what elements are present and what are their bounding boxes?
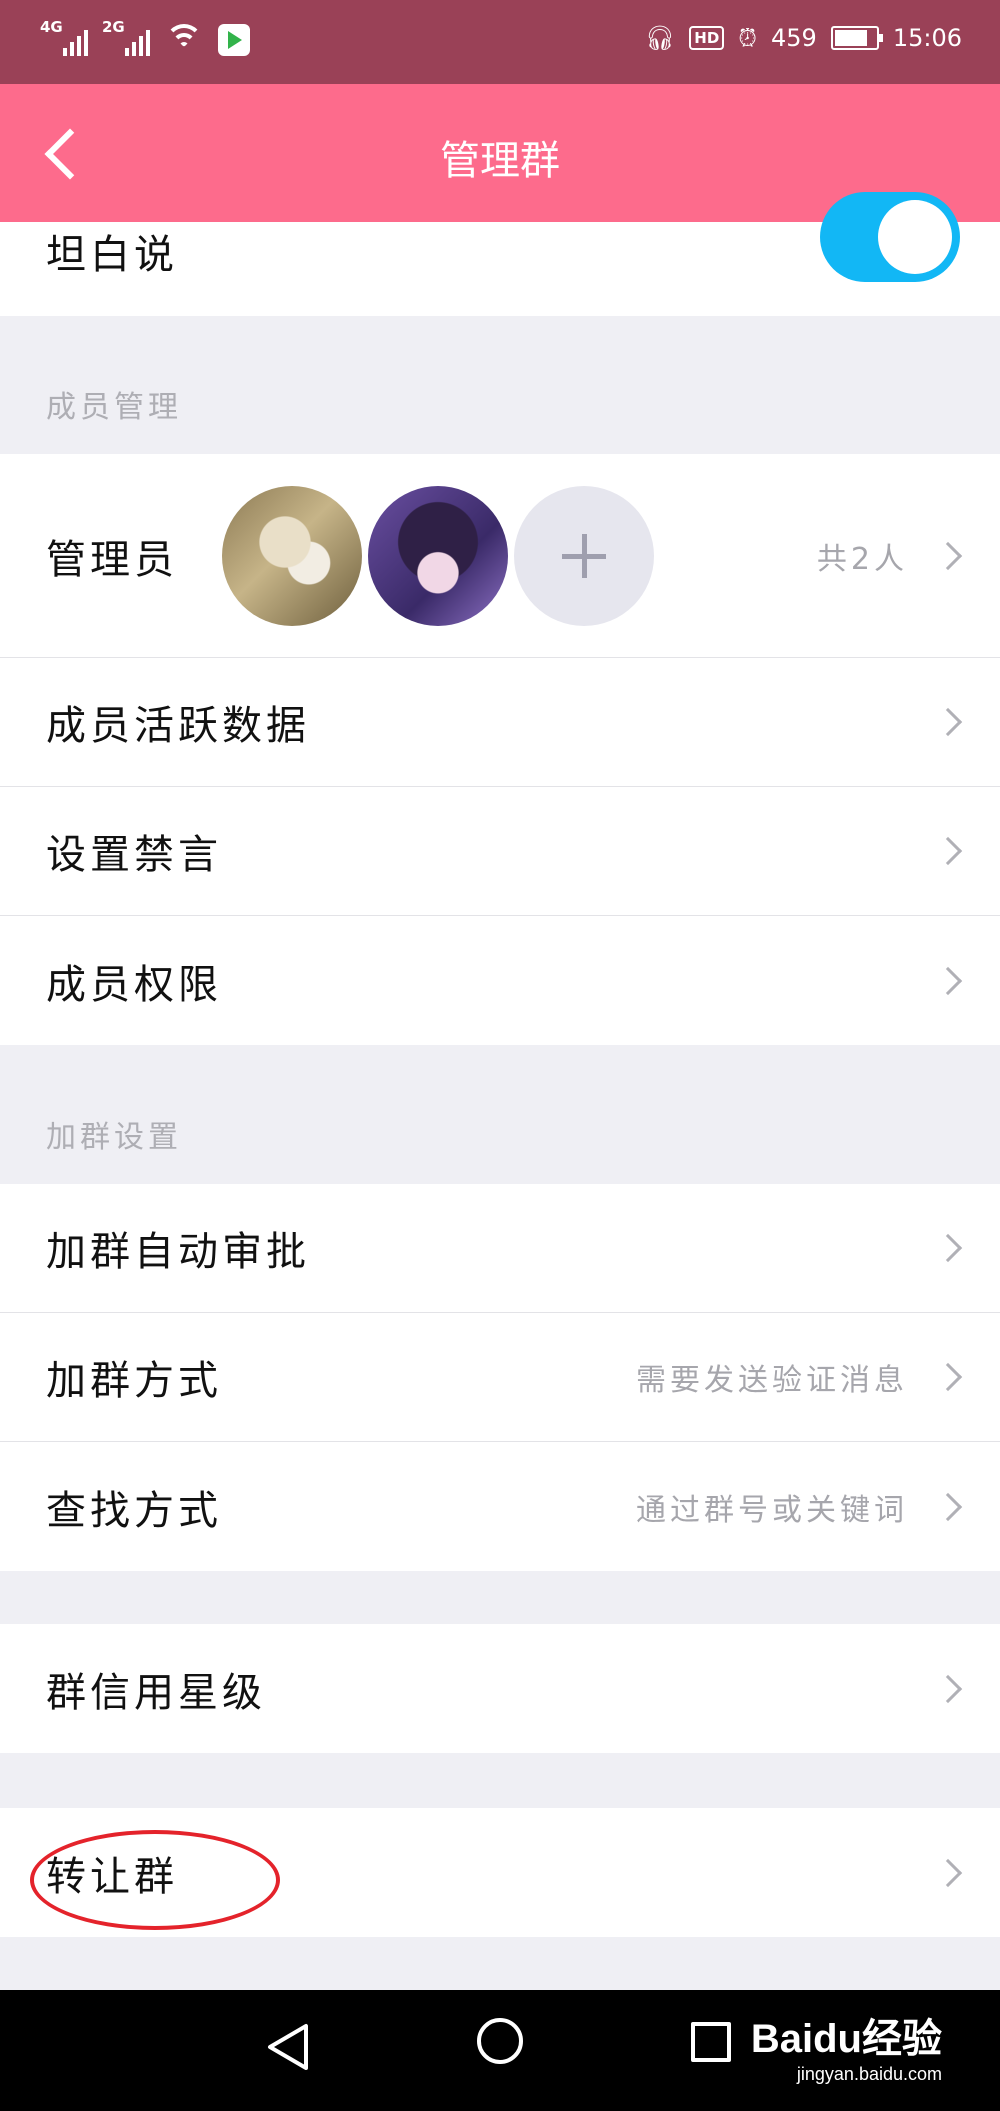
status-right: 🎧︎ HD ⏰︎ 459 15:06 [645,24,962,52]
list-item-credit-rating[interactable]: 群信用星级 [0,1624,1000,1753]
chevron-right-icon [933,541,963,570]
section-member-mgmt: 管理员 共2人 成员活跃数据 设置禁言 成员权限 [0,454,1000,1045]
nav-back-icon[interactable] [262,2020,316,2074]
watermark-brand: Baidu经验 [750,2017,942,2061]
network-type-1: 4G [40,18,63,36]
battery-icon [830,26,883,50]
section-header-member-mgmt: 成员管理 [46,390,182,425]
list-item-search-method[interactable]: 查找方式 通过群号或关键词 [0,1442,1000,1571]
chevron-right-icon [933,966,963,995]
signal-1-icon: 4G [40,18,88,56]
chevron-right-icon [933,1492,963,1521]
watermark: Baidu经验 jingyan.baidu.com [751,2006,942,2085]
page-title: 管理群 [440,138,560,184]
row-label: 加群自动审批 [46,1229,310,1275]
admin-avatar-2[interactable] [368,486,508,626]
row-label: 加群方式 [46,1358,222,1404]
chevron-right-icon [933,836,963,866]
nav-recent-icon[interactable] [691,2022,731,2062]
row-value: 需要发送验证消息 [636,1363,908,1398]
row-label: 群信用星级 [46,1669,266,1716]
admins-label: 管理员 [46,536,178,583]
chevron-right-icon [933,1858,963,1887]
signal-2-icon: 2G [102,18,150,56]
section-privacy: 坦白说 [0,192,1000,316]
status-bar: 4G 2G 🎧︎ HD ⏰︎ 459 15:06 [0,0,1000,84]
admins-count: 共2人 [816,541,908,577]
list-item-member-permissions[interactable]: 成员权限 [0,916,1000,1045]
row-label: 查找方式 [46,1487,222,1534]
status-left: 4G 2G [40,18,250,56]
wifi-icon [164,22,204,56]
list-item-mute-settings[interactable]: 设置禁言 [0,787,1000,916]
watermark-url: jingyan.baidu.com [796,2064,942,2084]
nav-home-icon[interactable] [477,2018,523,2064]
alarm-icon: ⏰︎ [738,24,758,52]
chevron-right-icon [933,1233,963,1263]
hd-icon: HD [689,26,725,50]
chevron-right-icon [933,1362,963,1392]
admin-avatars [222,486,654,626]
row-label-tanbaishuo: 坦白说 [46,232,178,278]
network-type-2: 2G [102,18,125,36]
section-credit: 群信用星级 [0,1624,1000,1753]
annotation-circle [30,1830,280,1930]
list-item-member-activity[interactable]: 成员活跃数据 [0,658,1000,787]
navigation-bar: Baidu经验 jingyan.baidu.com [0,1990,1000,2111]
chevron-right-icon [933,1674,963,1703]
row-label: 成员权限 [46,961,222,1008]
list-item-join-method[interactable]: 加群方式 需要发送验证消息 [0,1313,1000,1442]
headphones-icon: 🎧︎ [644,24,676,52]
tanbaishuo-toggle[interactable] [820,192,960,282]
row-label: 设置禁言 [46,832,222,878]
row-label: 成员活跃数据 [46,703,310,749]
list-item-auto-approve[interactable]: 加群自动审批 [0,1184,1000,1313]
chevron-right-icon [933,707,963,737]
section-header-join-settings: 加群设置 [46,1120,182,1155]
data-speed: 459 [771,24,817,52]
row-value: 通过群号或关键词 [636,1492,908,1528]
add-admin-plus-icon[interactable] [514,486,654,626]
admins-row[interactable]: 管理员 共2人 [0,454,1000,658]
admin-avatar-1[interactable] [222,486,362,626]
app-notification-icon [218,24,250,56]
clock: 15:06 [892,24,962,52]
section-join-settings: 加群自动审批 加群方式 需要发送验证消息 查找方式 通过群号或关键词 [0,1184,1000,1571]
